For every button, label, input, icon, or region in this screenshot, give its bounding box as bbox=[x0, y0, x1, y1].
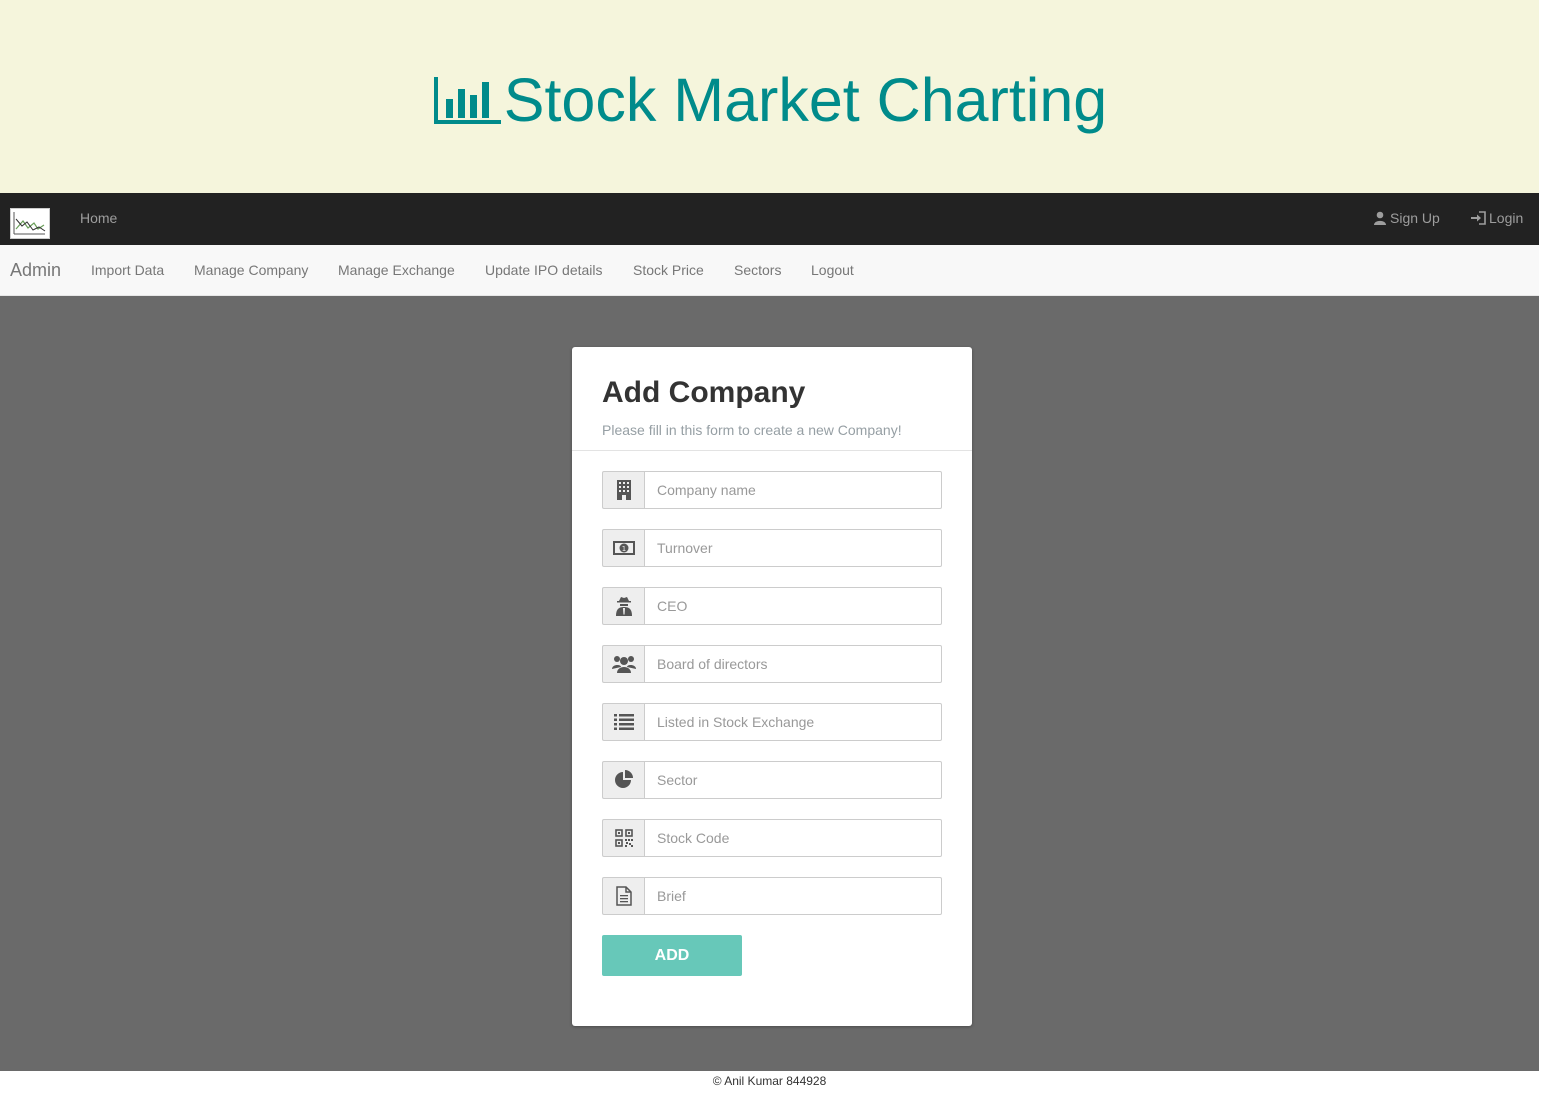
admin-navbar: Admin Import Data Manage Company Manage … bbox=[0, 245, 1539, 296]
stock-exchange-field bbox=[602, 703, 942, 741]
sector-field bbox=[602, 761, 942, 799]
footer-copyright: © Anil Kumar 844928 bbox=[712, 1074, 827, 1088]
form-divider bbox=[572, 450, 972, 451]
site-title-text: Stock Market Charting bbox=[503, 66, 1108, 134]
form-title: Add Company bbox=[602, 376, 806, 409]
nav-home-link[interactable]: Home bbox=[80, 210, 117, 226]
user-secret-icon bbox=[602, 587, 644, 625]
company-name-field bbox=[602, 471, 942, 509]
turnover-input[interactable] bbox=[644, 529, 942, 567]
header-banner: Stock Market Charting bbox=[0, 0, 1539, 193]
nav-sectors[interactable]: Sectors bbox=[734, 262, 781, 278]
nav-manage-company[interactable]: Manage Company bbox=[194, 262, 308, 278]
add-button[interactable]: ADD bbox=[602, 935, 742, 976]
nav-login-link[interactable]: Login bbox=[1470, 210, 1523, 226]
company-name-input[interactable] bbox=[644, 471, 942, 509]
users-icon bbox=[602, 645, 644, 683]
board-of-directors-input[interactable] bbox=[644, 645, 942, 683]
admin-brand[interactable]: Admin bbox=[10, 260, 61, 281]
money-icon: 1 bbox=[602, 529, 644, 567]
building-icon bbox=[602, 471, 644, 509]
login-icon bbox=[1471, 211, 1486, 225]
nav-update-ipo[interactable]: Update IPO details bbox=[485, 262, 603, 278]
top-navbar: Home Sign Up Login bbox=[0, 193, 1539, 245]
svg-text:1: 1 bbox=[621, 545, 625, 553]
stock-chart-logo-icon[interactable] bbox=[10, 208, 50, 239]
form-subtitle: Please fill in this form to create a new… bbox=[602, 422, 902, 438]
brief-input[interactable] bbox=[644, 877, 942, 915]
nav-logout[interactable]: Logout bbox=[811, 262, 854, 278]
signup-label: Sign Up bbox=[1390, 210, 1440, 226]
login-label: Login bbox=[1489, 210, 1524, 226]
file-text-icon bbox=[602, 877, 644, 915]
bar-chart-icon bbox=[432, 73, 502, 127]
pie-chart-icon bbox=[602, 761, 644, 799]
list-icon bbox=[602, 703, 644, 741]
turnover-field: 1 bbox=[602, 529, 942, 567]
board-of-directors-field bbox=[602, 645, 942, 683]
nav-stock-price[interactable]: Stock Price bbox=[633, 262, 704, 278]
ceo-field bbox=[602, 587, 942, 625]
nav-signup-link[interactable]: Sign Up bbox=[1373, 210, 1440, 226]
nav-import-data[interactable]: Import Data bbox=[91, 262, 164, 278]
user-icon bbox=[1374, 211, 1386, 225]
qrcode-icon bbox=[602, 819, 644, 857]
sector-input[interactable] bbox=[644, 761, 942, 799]
ceo-input[interactable] bbox=[644, 587, 942, 625]
stock-code-field bbox=[602, 819, 942, 857]
brief-field bbox=[602, 877, 942, 915]
add-company-form: Add Company Please fill in this form to … bbox=[572, 347, 972, 1026]
nav-manage-exchange[interactable]: Manage Exchange bbox=[338, 262, 455, 278]
site-title: Stock Market Charting bbox=[0, 62, 1539, 138]
stock-exchange-input[interactable] bbox=[644, 703, 942, 741]
stock-code-input[interactable] bbox=[644, 819, 942, 857]
